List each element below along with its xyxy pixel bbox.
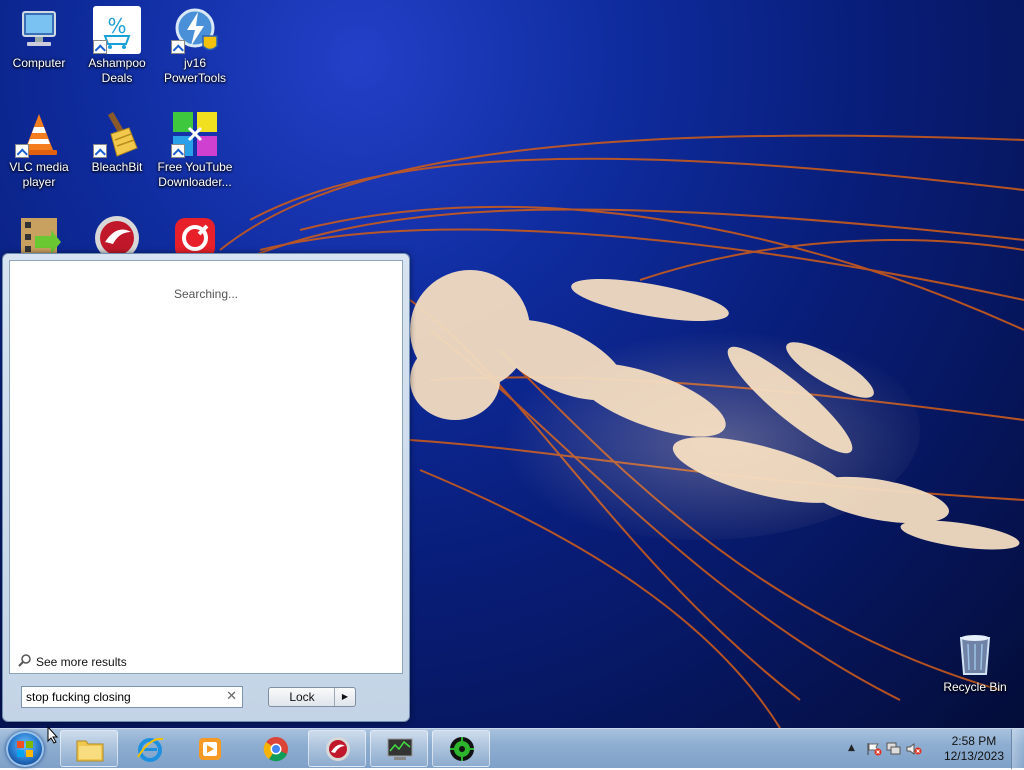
file-explorer-icon	[75, 735, 105, 763]
taskbar-red-app[interactable]	[308, 730, 366, 767]
ashampoo-deals-icon: %	[93, 6, 141, 54]
taskbar-task-manager[interactable]	[370, 730, 428, 767]
search-results-pane: Searching... See more results	[9, 260, 403, 674]
jv16-powertools-icon	[171, 6, 219, 54]
svg-text:%: %	[107, 14, 126, 38]
start-menu: Searching... See more results ✕ Lock ▶	[2, 253, 410, 722]
power-options-arrow-icon[interactable]: ▶	[334, 688, 355, 706]
shortcut-arrow-icon	[93, 40, 107, 54]
desktop-icon-computer[interactable]: Computer	[0, 6, 78, 71]
see-more-results-label: See more results	[36, 654, 127, 669]
media-player-icon	[195, 735, 225, 763]
shortcut-arrow-icon	[93, 144, 107, 158]
see-more-results-link[interactable]: See more results	[18, 653, 127, 670]
desktop-icon-ashampoo-deals[interactable]: % Ashampoo Deals	[78, 6, 156, 86]
clear-search-icon[interactable]: ✕	[226, 689, 237, 704]
search-status: Searching...	[173, 287, 239, 301]
desktop-icon-label: BleachBit	[91, 160, 143, 174]
desktop-icon-label: Recycle Bin	[943, 680, 1007, 694]
computer-icon	[15, 6, 63, 54]
red-app-icon	[323, 735, 353, 763]
show-desktop-button[interactable]	[1011, 729, 1024, 769]
clock[interactable]: 2:58 PM 12/13/2023	[944, 734, 1004, 764]
desktop-icon-vlc[interactable]: VLC media player	[0, 110, 78, 190]
bleachbit-icon	[93, 110, 141, 158]
taskbar-media-player[interactable]	[180, 730, 238, 767]
desktop-icon-label: Ashampoo Deals	[88, 56, 146, 85]
internet-explorer-icon	[135, 735, 165, 763]
shortcut-arrow-icon	[171, 40, 185, 54]
green-virus-app-icon	[447, 735, 477, 763]
desktop-icon-jv16-powertools[interactable]: jv16 PowerTools	[156, 6, 234, 86]
youtube-downloader-icon	[171, 110, 219, 158]
taskbar-chrome[interactable]	[246, 730, 304, 767]
desktop-icon-free-youtube-downloader[interactable]: Free YouTube Downloader...	[156, 110, 234, 190]
chrome-icon	[261, 735, 291, 763]
desktop-icon-label: Computer	[12, 56, 66, 70]
taskbar-file-explorer[interactable]	[60, 730, 118, 767]
taskbar-internet-explorer[interactable]	[120, 730, 178, 767]
network-icon[interactable]	[886, 742, 902, 756]
desktop-icon-label: VLC media player	[9, 160, 69, 189]
taskbar-green-app[interactable]	[432, 730, 490, 767]
recycle-bin-icon	[951, 630, 999, 678]
vlc-icon	[15, 110, 63, 158]
task-manager-icon	[385, 735, 415, 763]
desktop-icon-bleachbit[interactable]: BleachBit	[78, 110, 156, 175]
clock-date: 12/13/2023	[943, 749, 1004, 763]
action-center-flag-icon[interactable]	[866, 742, 882, 756]
desktop-icon-label: Free YouTube Downloader...	[157, 160, 233, 189]
lock-button[interactable]: Lock ▶	[268, 687, 356, 707]
lock-button-label: Lock	[289, 690, 315, 704]
search-icon	[18, 653, 32, 670]
show-hidden-icons-icon[interactable]: ▲	[848, 743, 864, 757]
taskbar: ▲ 2:58 PM 12/13/2023	[0, 728, 1024, 769]
volume-muted-icon[interactable]	[906, 742, 922, 756]
start-button[interactable]	[6, 731, 44, 767]
desktop-icon-recycle-bin[interactable]: Recycle Bin	[936, 630, 1014, 695]
system-tray: ▲ 2:58 PM 12/13/2023	[840, 729, 1024, 769]
shortcut-arrow-icon	[15, 144, 29, 158]
start-search-box[interactable]: ✕	[21, 686, 243, 708]
desktop-icon-label: jv16 PowerTools	[163, 56, 227, 85]
clock-time: 2:58 PM	[951, 734, 997, 748]
shortcut-arrow-icon	[171, 144, 185, 158]
search-input[interactable]	[22, 687, 220, 707]
